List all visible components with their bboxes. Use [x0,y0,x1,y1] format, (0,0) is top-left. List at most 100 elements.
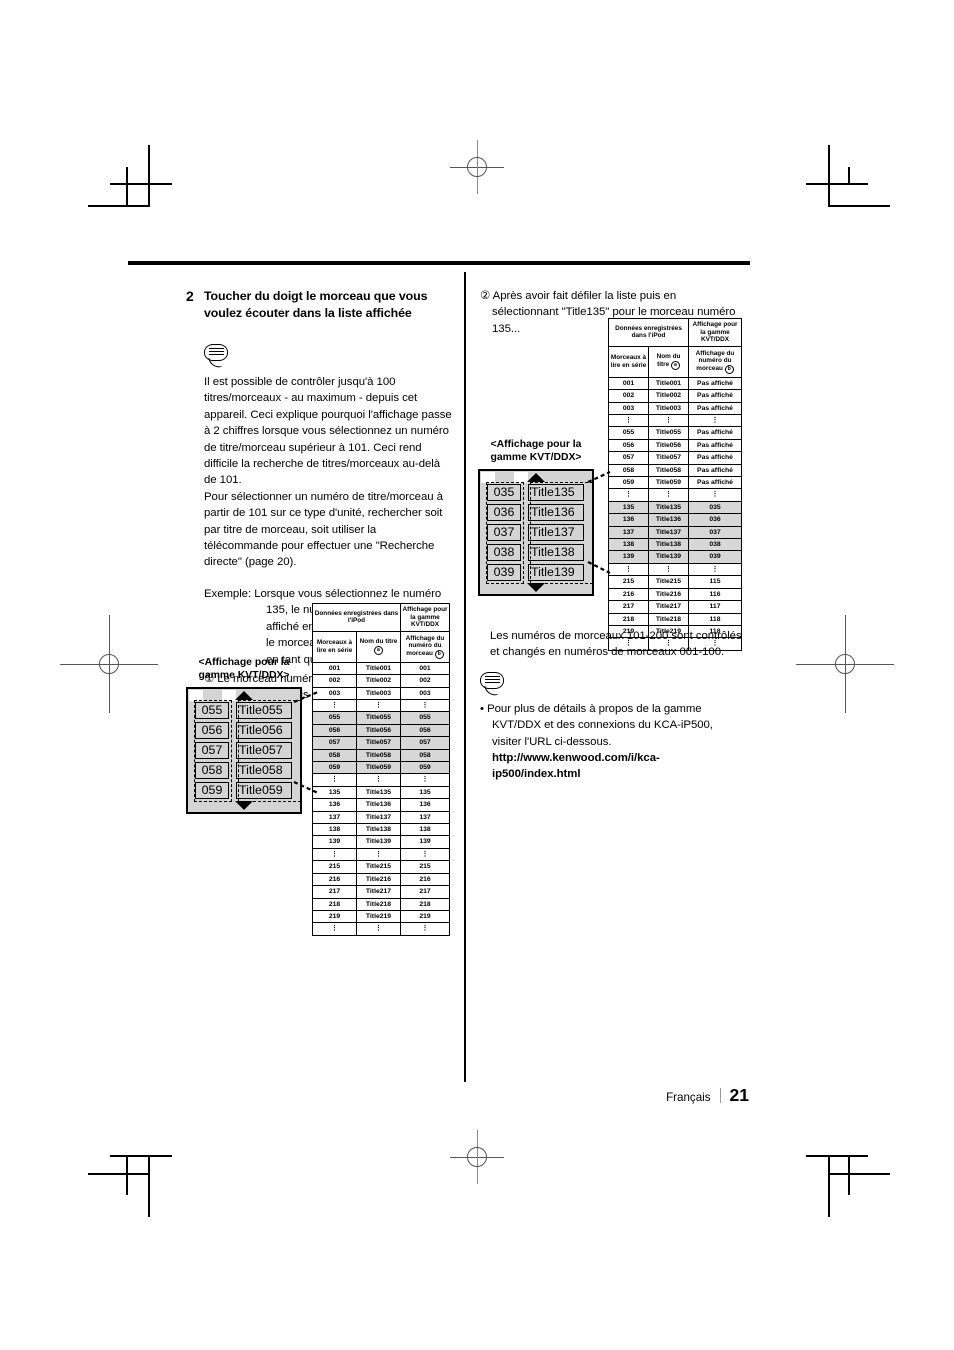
sub-header-display: Affichage du numéro du morceau b [400,630,450,663]
mapping-table-right: Données enregistrées dans l'iPod Afficha… [608,318,742,651]
table-row: 216 Title216 216 [312,872,450,887]
table-row: 139 Title139 039 [608,550,742,564]
cell-serial: 137 [608,525,649,540]
registration-mark-right [796,615,894,713]
mapping-table-left-body: 001 Title001 001 002 Title002 002 003 Title003 0… [312,661,450,936]
cell-title: Title218 [356,897,401,911]
table-row: 001 Title001 001 [312,661,450,676]
cell-display: 118 [688,612,742,626]
table-row: 057 Title057 Pas affiché [608,451,742,465]
cell-serial: 219 [312,909,357,924]
table-row: 002 Title002 002 [312,674,450,688]
crop-mark-bottom-right [800,1125,910,1235]
table-row: 002 Title002 Pas affiché [608,389,742,403]
display-bezel-left [481,472,495,483]
cell-serial: ⋮ [608,488,649,502]
cell-serial: 003 [608,401,649,416]
connector-lines-right [587,470,611,574]
display-row-title: Title135 [528,484,584,501]
display-row[interactable]: 036 Title136 [487,504,584,521]
table-row: ⋮ ⋮ ⋮ [312,698,450,713]
mark-b-icon: b [724,364,734,374]
cell-title: Title137 [356,810,401,825]
display-row[interactable]: 055 Title055 [195,702,292,719]
cell-display: 002 [400,674,450,688]
mapping-table-right-body: 001 Title001 Pas affiché 002 Title002 Pas aff… [608,376,742,651]
cell-display: Pas affiché [688,401,742,416]
bullet-text: Pour plus de détails à propos de la gamm… [487,702,713,748]
display-row-number: 038 [487,544,521,561]
step-title: Toucher du doigt le morceau que vous vou… [204,289,428,320]
cell-display: Pas affiché [688,389,742,403]
arrow-up-icon[interactable] [235,691,253,700]
display-row[interactable]: 059 Title059 [195,782,292,799]
display-row-list: 035 Title135 036 Title136 037 Title137 038 Titl… [487,484,584,581]
cell-display: 055 [400,711,450,725]
connector-lines-left [293,690,319,794]
display-row-number: 058 [195,762,229,779]
display-row[interactable]: 038 Title138 [487,544,584,561]
table-row: 057 Title057 057 [312,736,450,750]
table-row: 138 Title138 138 [312,823,450,837]
display-bezel-right [514,472,528,483]
cell-display: Pas affiché [688,451,742,465]
display-row[interactable]: 056 Title056 [195,722,292,739]
group-header-kvt: Affichage pour la gamme KVT/DDX [400,603,450,632]
cell-title: Title215 [648,575,689,589]
display-row[interactable]: 058 Title058 [195,762,292,779]
registration-mark-left [60,615,158,713]
cell-serial: 059 [608,476,649,490]
cell-serial: 218 [312,897,357,911]
display-row-number: 056 [195,722,229,739]
cell-serial: 139 [608,550,649,564]
header-rule [128,261,750,265]
table-row: 058 Title058 Pas affiché [608,463,742,478]
display-row-title: Title057 [236,742,292,759]
display-row[interactable]: 057 Title057 [195,742,292,759]
cell-display: 039 [688,550,742,564]
page-number: 21 [729,1085,749,1105]
display-row[interactable]: 039 Title139 [487,564,584,581]
mapping-table-right-wrap: Données enregistrées dans l'iPod Afficha… [608,318,742,651]
kvt-display-left[interactable]: 055 Title055 056 Title056 057 Title057 058 Titl… [186,687,302,814]
display-row-number: 039 [487,564,521,581]
cell-display: Pas affiché [688,476,742,490]
table-row: 215 Title215 115 [608,575,742,589]
table-row: 001 Title001 Pas affiché [608,376,742,391]
display-row[interactable]: 035 Title135 [487,484,584,501]
cell-serial: 056 [608,438,649,453]
cell-display: ⋮ [400,773,450,787]
mark-b-icon: b [434,649,444,659]
language-label: Français [666,1091,711,1104]
cell-serial: 136 [312,798,357,812]
cell-display: 217 [400,885,450,899]
cell-serial: 055 [608,426,649,440]
cell-display: Pas affiché [688,463,742,478]
arrow-down-icon[interactable] [235,801,253,810]
display-row[interactable]: 037 Title137 [487,524,584,541]
cell-display: 036 [688,513,742,527]
cell-title: Title003 [648,401,689,416]
display-row-title: Title056 [236,722,292,739]
table-row: 055 Title055 055 [312,711,450,725]
cell-serial: 001 [608,376,649,391]
table-row: 216 Title216 116 [608,587,742,602]
arrow-up-icon[interactable] [527,473,545,482]
table-row: 056 Title056 Pas affiché [608,438,742,453]
cell-title: Title218 [648,612,689,626]
cell-serial: 138 [312,823,357,837]
display-row-title: Title055 [236,702,292,719]
kenwood-url[interactable]: http://www.kenwood.com/i/kca-ip500/index… [492,750,742,783]
cell-title: Title056 [356,723,401,738]
cell-display: 117 [688,600,742,614]
kvt-display-right[interactable]: 035 Title135 036 Title136 037 Title137 038 Titl… [478,469,594,596]
cell-title: ⋮ [648,488,689,502]
table-row: 137 Title137 037 [608,525,742,540]
arrow-down-icon[interactable] [527,583,545,592]
cell-title: ⋮ [356,922,401,936]
sub-header-serial: Morceaux à lire en série [312,630,357,663]
cell-display: 038 [688,538,742,552]
display-row-number: 057 [195,742,229,759]
cell-display: ⋮ [400,698,450,713]
table-row: 055 Title055 Pas affiché [608,426,742,440]
